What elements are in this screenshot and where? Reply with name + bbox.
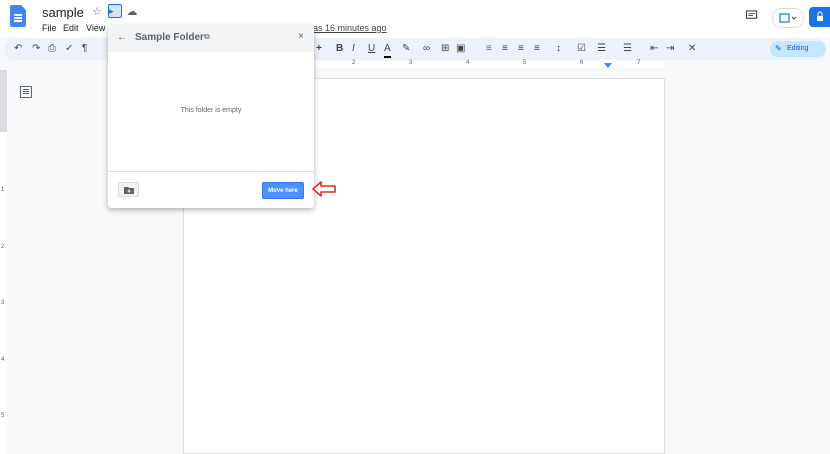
cloud-status-icon[interactable]: ☁ [125, 5, 139, 19]
close-icon[interactable]: × [298, 31, 304, 42]
vruler-number: 5 [1, 413, 5, 419]
comments-icon[interactable] [745, 10, 759, 21]
line-spacing-icon[interactable]: ↕ [556, 42, 561, 56]
italic-button[interactable]: I [352, 42, 355, 56]
ruler-number: 3 [409, 60, 413, 66]
empty-folder-message: This folder is empty [180, 107, 242, 114]
image-icon[interactable]: ▣ [456, 42, 465, 56]
ruler-number: 5 [523, 60, 527, 66]
bold-button[interactable]: B [336, 42, 343, 56]
present-button[interactable] [772, 8, 804, 28]
menu-view[interactable]: View [86, 23, 105, 33]
document-title[interactable]: sample [42, 5, 84, 20]
vruler-number: 4 [1, 357, 5, 363]
new-folder-button[interactable] [118, 182, 139, 197]
align-left-icon[interactable]: ≡ [486, 42, 492, 56]
last-edit-link[interactable]: as 16 minutes ago [313, 23, 387, 33]
vruler-number: 3 [1, 300, 5, 306]
share-button[interactable] [809, 7, 830, 27]
document-outline-icon[interactable] [20, 86, 32, 98]
redo-icon[interactable]: ↷ [32, 42, 40, 56]
move-to-folder-dialog: ← Sample Folder ⧉ × This folder is empty… [108, 25, 314, 208]
back-arrow-icon[interactable]: ← [117, 32, 127, 43]
vruler-number: 2 [1, 244, 5, 250]
vruler-number: 1 [1, 187, 5, 193]
numbered-list-icon[interactable]: ☰ [623, 42, 632, 56]
right-indent-marker[interactable] [604, 63, 612, 68]
align-right-icon[interactable]: ≡ [518, 42, 524, 56]
ruler-number: 4 [466, 60, 470, 66]
link-icon[interactable]: ∞ [423, 42, 430, 56]
vertical-ruler-margin [0, 70, 7, 132]
star-icon[interactable]: ☆ [90, 5, 104, 19]
underline-button[interactable]: U [368, 42, 375, 56]
menu-edit[interactable]: Edit [63, 23, 79, 33]
docs-logo-icon[interactable] [10, 5, 26, 27]
align-center-icon[interactable]: ≡ [502, 42, 508, 56]
bulleted-list-icon[interactable]: ☰ [597, 42, 606, 56]
paint-format-icon[interactable]: ¶ [82, 42, 87, 56]
font-size-increase-button[interactable]: + [316, 42, 322, 56]
move-folder-icon[interactable]: ▸ [108, 4, 122, 18]
ruler-number: 7 [637, 60, 641, 66]
highlight-icon[interactable]: ✎ [402, 42, 410, 56]
menu-file[interactable]: File [42, 23, 57, 33]
folder-title: Sample Folder [135, 32, 204, 43]
print-icon[interactable]: ⎙ [48, 42, 56, 56]
dialog-divider [108, 171, 314, 172]
undo-icon[interactable]: ↶ [14, 42, 22, 56]
ruler-number: 6 [580, 60, 584, 66]
spellcheck-icon[interactable]: ✓ [65, 42, 73, 56]
pencil-icon: ✎ [775, 44, 782, 53]
move-here-button[interactable]: Move here [262, 182, 304, 199]
ruler-number: 2 [352, 60, 356, 66]
clear-formatting-icon[interactable]: ✕ [688, 42, 696, 56]
increase-indent-icon[interactable]: ⇥ [666, 42, 674, 56]
comment-add-icon[interactable]: ⊞ [441, 42, 449, 56]
align-justify-icon[interactable]: ≡ [534, 42, 540, 56]
new-folder-icon [124, 187, 134, 194]
checklist-icon[interactable]: ☑ [577, 42, 586, 56]
annotation-arrow-icon [312, 181, 336, 197]
open-in-new-icon[interactable]: ⧉ [204, 32, 210, 42]
text-color-button[interactable]: A [384, 42, 391, 58]
decrease-indent-icon[interactable]: ⇤ [650, 42, 658, 56]
